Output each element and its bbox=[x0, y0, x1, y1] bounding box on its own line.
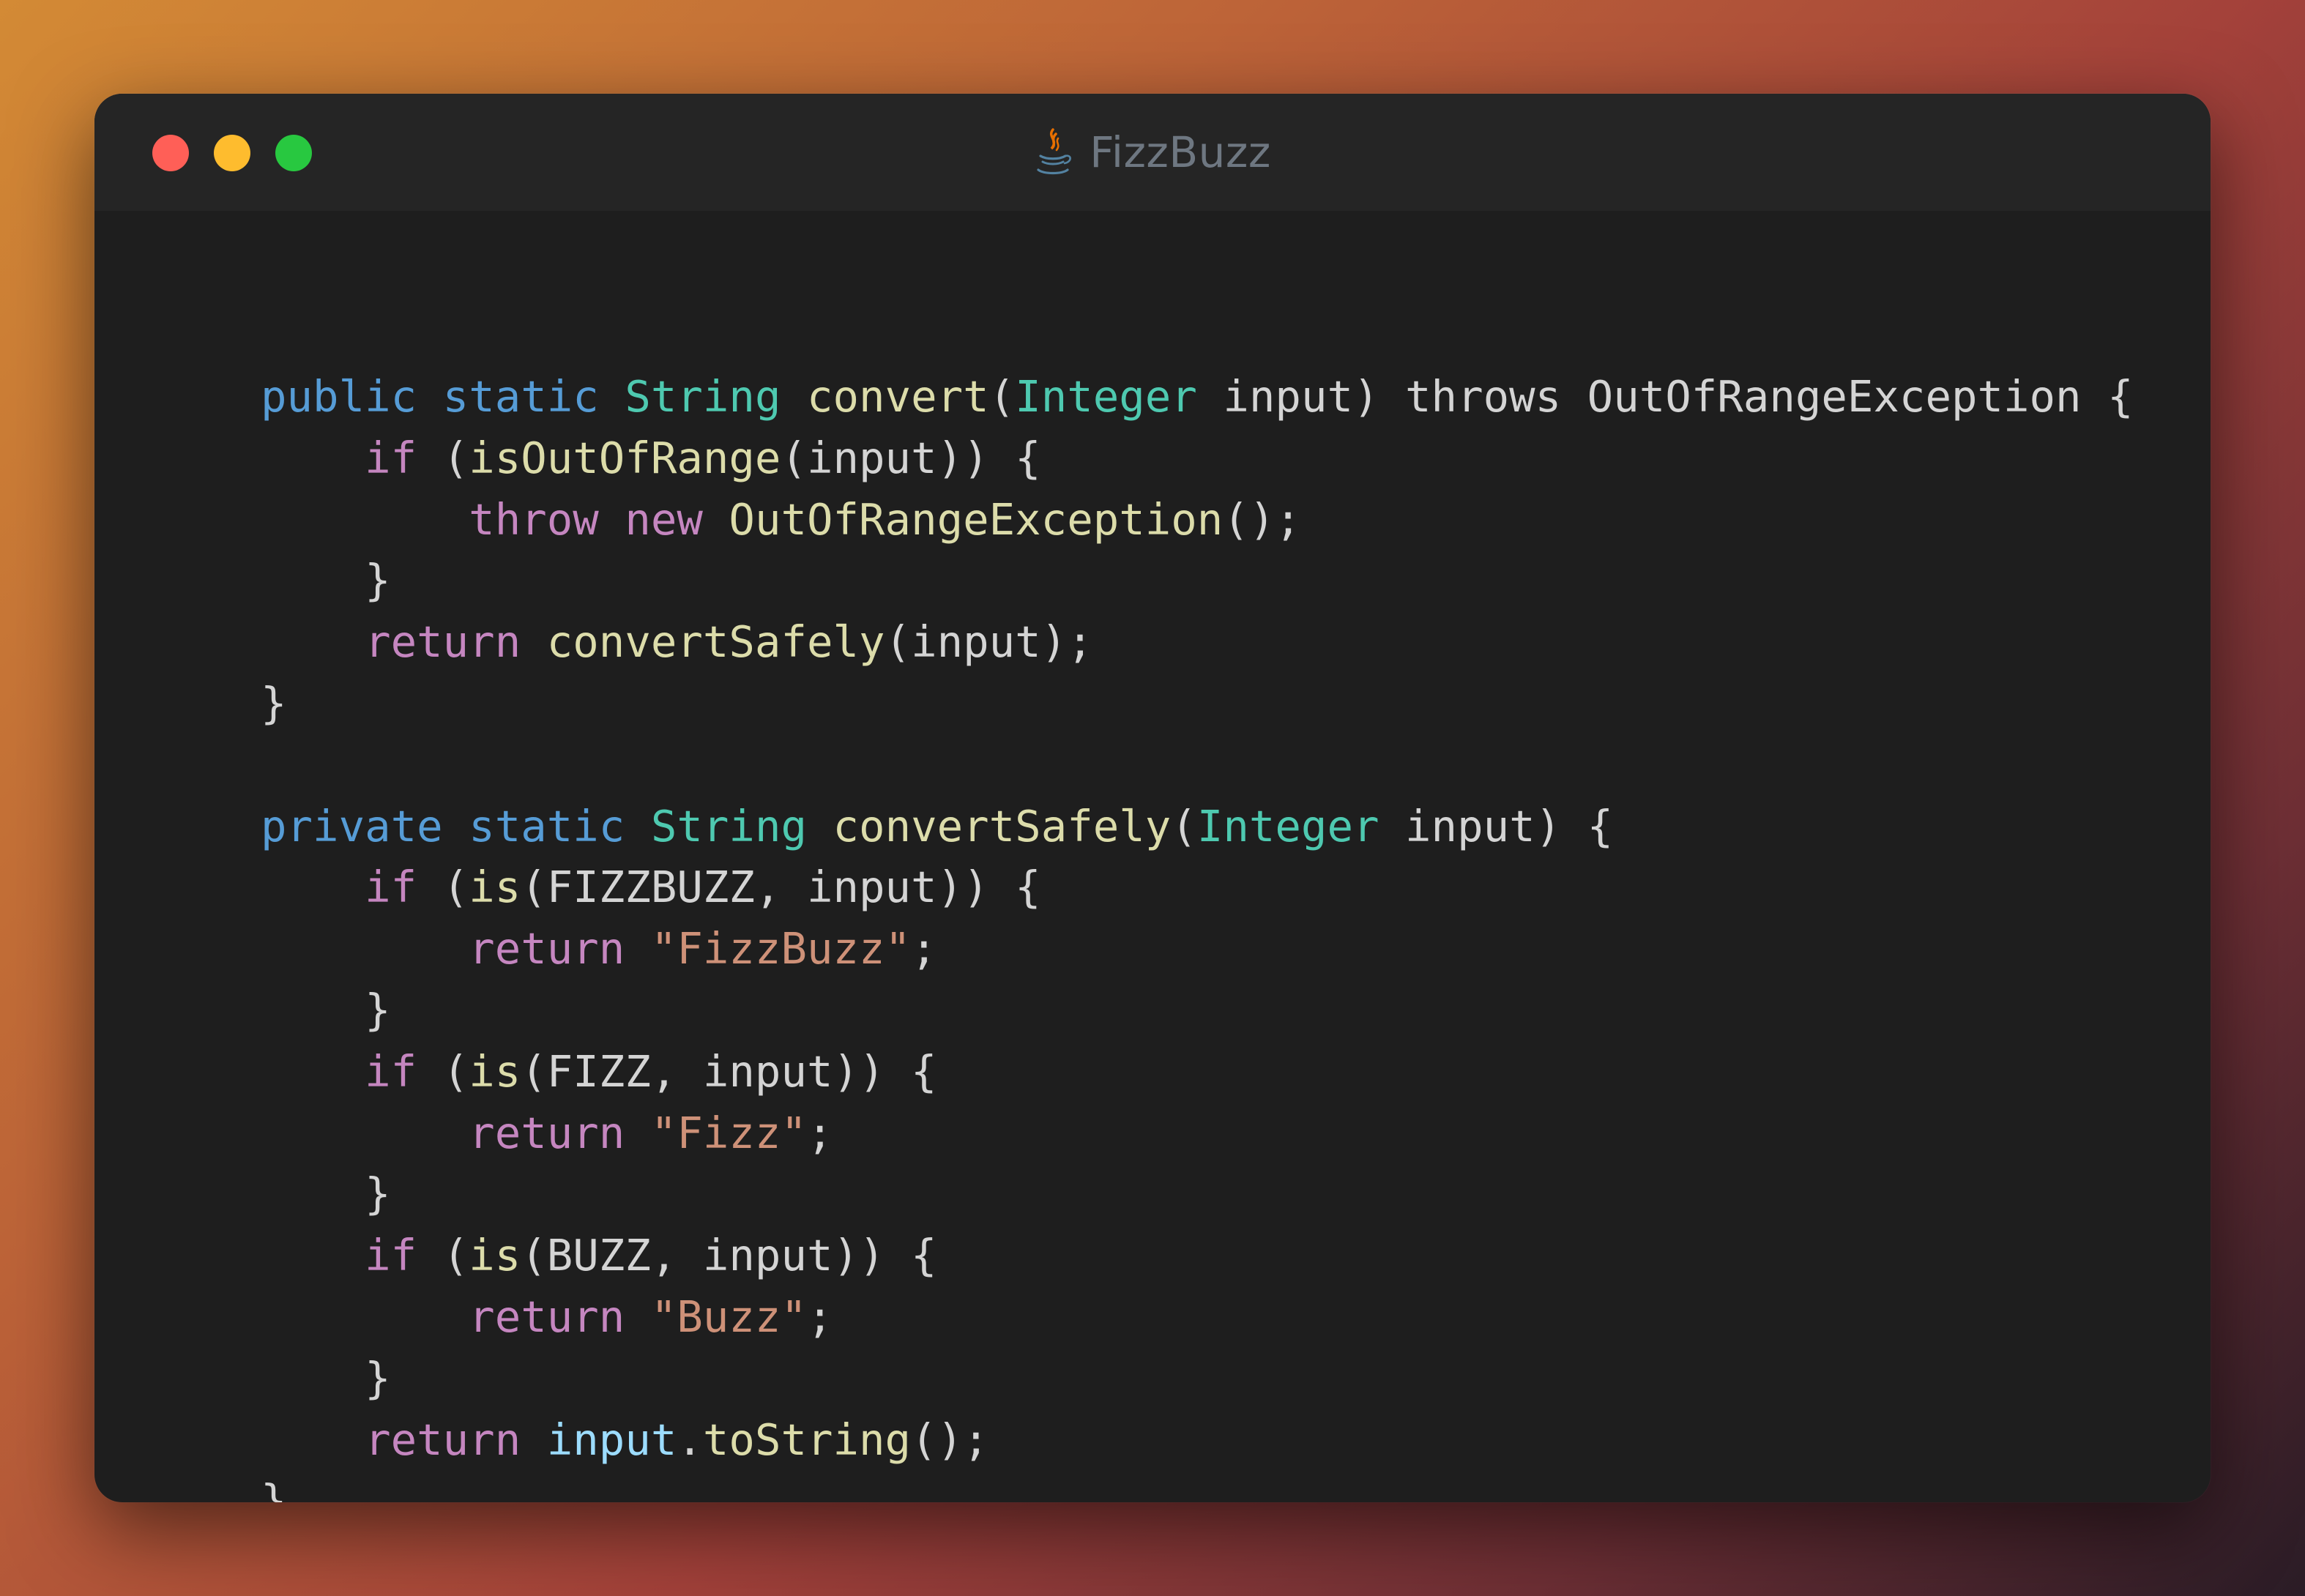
code-token-variable: input bbox=[546, 1414, 677, 1465]
code-token-control: if bbox=[365, 432, 417, 483]
code-line: } bbox=[261, 550, 2134, 611]
code-token-function: is bbox=[469, 1045, 521, 1097]
code-token-plain: (input); bbox=[885, 616, 1093, 668]
code-token-plain: } bbox=[261, 677, 287, 728]
code-token-plain: (); bbox=[911, 1414, 989, 1465]
code-line: return convertSafely(input); bbox=[261, 611, 2134, 673]
code-token-function: convertSafely bbox=[546, 616, 885, 668]
code-token-plain: input) { bbox=[1379, 800, 1614, 851]
code-line: } bbox=[261, 1470, 2134, 1502]
code-token-plain: } bbox=[365, 984, 391, 1035]
code-line: throw new OutOfRangeException(); bbox=[261, 489, 2134, 551]
code-line: } bbox=[261, 1163, 2134, 1225]
code-token-plain: (); bbox=[1223, 493, 1301, 545]
code-line: } bbox=[261, 1348, 2134, 1409]
code-token-plain: (BUZZ, input)) { bbox=[521, 1230, 937, 1281]
code-token-plain: } bbox=[261, 1475, 287, 1502]
code-token-type: String bbox=[625, 371, 781, 422]
code-token-plain: (input)) { bbox=[781, 432, 1041, 483]
code-token-modifier: static bbox=[469, 800, 625, 851]
code-token-modifier: private bbox=[261, 800, 443, 851]
code-token-function: convert bbox=[807, 371, 989, 422]
code-line: } bbox=[261, 673, 2134, 734]
code-token-type: Integer bbox=[1015, 371, 1197, 422]
code-token-plain: ( bbox=[1171, 800, 1197, 851]
code-token-control: if bbox=[365, 1230, 417, 1281]
code-token-function: is bbox=[469, 1230, 521, 1281]
code-token-control: if bbox=[365, 862, 417, 913]
code-token-modifier: static bbox=[442, 371, 599, 422]
code-token-plain: input) throws OutOfRangeException { bbox=[1196, 371, 2134, 422]
code-token-plain: ; bbox=[911, 923, 937, 974]
code-token-control: return bbox=[469, 1291, 625, 1342]
code-token-control: throw bbox=[469, 493, 599, 545]
code-token-string: "Buzz" bbox=[650, 1291, 807, 1342]
code-line: return "Buzz"; bbox=[261, 1286, 2134, 1348]
code-token-type: String bbox=[650, 800, 807, 851]
code-token-plain: } bbox=[365, 1168, 391, 1220]
code-line: if (is(FIZZ, input)) { bbox=[261, 1041, 2134, 1103]
code-token-plain: } bbox=[365, 1352, 391, 1403]
code-token-control: new bbox=[625, 493, 703, 545]
code-token-function: is bbox=[469, 862, 521, 913]
code-token-modifier: public bbox=[261, 371, 417, 422]
code-token-control: return bbox=[469, 1107, 625, 1158]
code-line: } bbox=[261, 980, 2134, 1041]
code-line: public static String convert(Integer inp… bbox=[261, 366, 2134, 428]
code-token-plain: ( bbox=[417, 862, 469, 913]
code-line: private static String convertSafely(Inte… bbox=[261, 796, 2134, 857]
window-title: FizzBuzz bbox=[1090, 127, 1271, 177]
code-token-plain: ; bbox=[806, 1107, 833, 1158]
code-block[interactable]: public static String convert(Integer inp… bbox=[261, 366, 2134, 1502]
code-line: return "Fizz"; bbox=[261, 1103, 2134, 1164]
code-window: FizzBuzz public static String convert(In… bbox=[94, 94, 2211, 1502]
code-line: if (is(FIZZBUZZ, input)) { bbox=[261, 857, 2134, 918]
code-line: return "FizzBuzz"; bbox=[261, 918, 2134, 980]
code-token-plain: ( bbox=[417, 1230, 469, 1281]
code-token-string: "FizzBuzz" bbox=[650, 923, 912, 974]
code-token-plain: (FIZZ, input)) { bbox=[521, 1045, 937, 1097]
code-token-string: "Fizz" bbox=[650, 1107, 807, 1158]
code-token-control: return bbox=[365, 616, 521, 668]
code-token-control: if bbox=[365, 1045, 417, 1097]
code-token-plain: (FIZZBUZZ, input)) { bbox=[521, 862, 1041, 913]
window-titlebar: FizzBuzz bbox=[94, 94, 2211, 211]
code-token-plain: ( bbox=[988, 371, 1016, 422]
code-token-function: toString bbox=[702, 1414, 912, 1465]
code-line: if (is(BUZZ, input)) { bbox=[261, 1225, 2134, 1286]
code-token-function: OutOfRangeException bbox=[729, 493, 1224, 545]
code-token-control: return bbox=[365, 1414, 521, 1465]
code-line: if (isOutOfRange(input)) { bbox=[261, 428, 2134, 489]
code-token-plain: } bbox=[365, 555, 391, 606]
code-token-function: isOutOfRange bbox=[469, 432, 781, 483]
code-token-plain: . bbox=[677, 1414, 703, 1465]
code-token-function: convertSafely bbox=[833, 800, 1172, 851]
window-title-group: FizzBuzz bbox=[94, 94, 2211, 211]
java-cup-icon bbox=[1037, 128, 1072, 175]
code-token-plain: ; bbox=[806, 1291, 833, 1342]
code-token-plain: ( bbox=[417, 432, 469, 483]
code-token-type: Integer bbox=[1196, 800, 1379, 851]
code-line: return input.toString(); bbox=[261, 1409, 2134, 1471]
code-token-plain: ( bbox=[417, 1045, 469, 1097]
code-token-control: return bbox=[469, 923, 625, 974]
